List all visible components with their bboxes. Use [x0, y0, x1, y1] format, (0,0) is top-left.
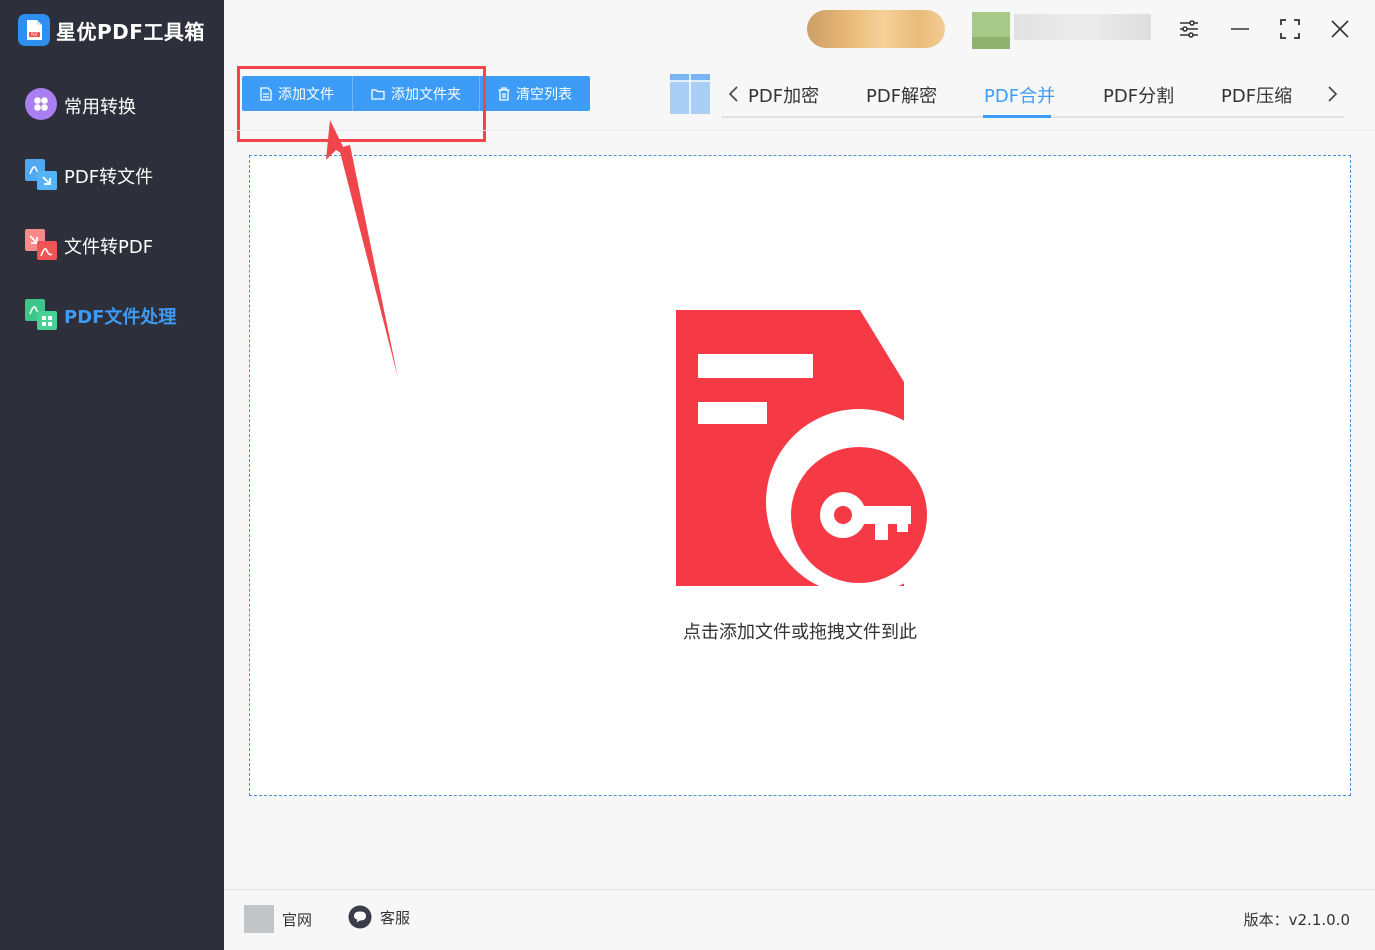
tab-grid-icon[interactable]: [670, 74, 710, 114]
drop-hint-text: 点击添加文件或拖拽文件到此: [683, 622, 917, 643]
sidebar-item-label: PDF文件处理: [64, 307, 177, 328]
tab-pdf-merge[interactable]: PDF合并: [984, 82, 1055, 108]
sidebar-item-label: 文件转PDF: [64, 237, 154, 258]
version-label: 版本：v2.1.0.0: [1243, 911, 1350, 929]
chevron-left-icon[interactable]: [724, 84, 744, 104]
website-link[interactable]: 官网: [244, 905, 312, 933]
sidebar: PDF 星优PDF工具箱 常用转换 PDF转文件 文件转PDF PDF文件处理: [0, 0, 224, 950]
sidebar-item-file-to-pdf[interactable]: 文件转PDF: [24, 228, 153, 264]
tab-pdf-decrypt[interactable]: PDF解密: [866, 82, 937, 108]
chevron-right-icon[interactable]: [1322, 84, 1342, 104]
sidebar-item-pdf-process[interactable]: PDF文件处理: [24, 298, 176, 334]
tab-pdf-compress[interactable]: PDF压缩: [1221, 82, 1292, 108]
pdf-key-icon: [676, 310, 952, 595]
tab-pdf-encrypt[interactable]: PDF加密: [748, 82, 819, 108]
sidebar-item-pdf-to-file[interactable]: PDF转文件: [24, 158, 153, 194]
website-icon: [244, 905, 274, 933]
header-divider: [224, 130, 1375, 131]
tab-pdf-split[interactable]: PDF分割: [1103, 82, 1174, 108]
grid-flower-icon: [24, 87, 58, 125]
pdf-logo-icon: PDF: [18, 14, 50, 46]
trash-icon: [498, 86, 510, 101]
tab-bar: PDF加密 PDF解密 PDF合并 PDF分割 PDF压缩: [722, 72, 1344, 118]
file-drop-zone[interactable]: 点击添加文件或拖拽文件到此: [249, 155, 1351, 796]
clear-list-button[interactable]: 清空列表: [480, 76, 590, 111]
main-panel: 添加文件 添加文件夹 清空列表 PDF加密 PDF解密 PDF合并 PDF分割 …: [224, 0, 1375, 950]
svg-text:PDF: PDF: [31, 32, 39, 37]
support-label: 客服: [380, 908, 411, 927]
pdf-to-file-icon: [24, 157, 58, 195]
pdf-process-icon: [24, 297, 58, 335]
chat-bubble-icon: [348, 905, 372, 929]
close-icon[interactable]: [1325, 14, 1355, 44]
sidebar-item-label: 常用转换: [64, 97, 136, 118]
maximize-icon[interactable]: [1275, 14, 1305, 44]
clear-list-label: 清空列表: [516, 86, 572, 103]
app-logo: PDF 星优PDF工具箱: [18, 14, 205, 46]
app-title: 星优PDF工具箱: [56, 19, 205, 44]
footer-divider: [224, 889, 1375, 890]
sidebar-item-label: PDF转文件: [64, 167, 154, 188]
active-tab-indicator: [983, 115, 1051, 118]
sidebar-item-common-convert[interactable]: 常用转换: [24, 88, 136, 124]
support-link[interactable]: 客服: [348, 905, 410, 929]
minimize-icon[interactable]: [1225, 14, 1255, 44]
blurred-badge: [807, 10, 945, 48]
avatar-shade: [972, 37, 1010, 49]
settings-sliders-icon[interactable]: [1174, 14, 1204, 44]
blurred-username: [1014, 14, 1151, 40]
file-to-pdf-icon: [24, 227, 58, 265]
website-label: 官网: [282, 910, 313, 929]
